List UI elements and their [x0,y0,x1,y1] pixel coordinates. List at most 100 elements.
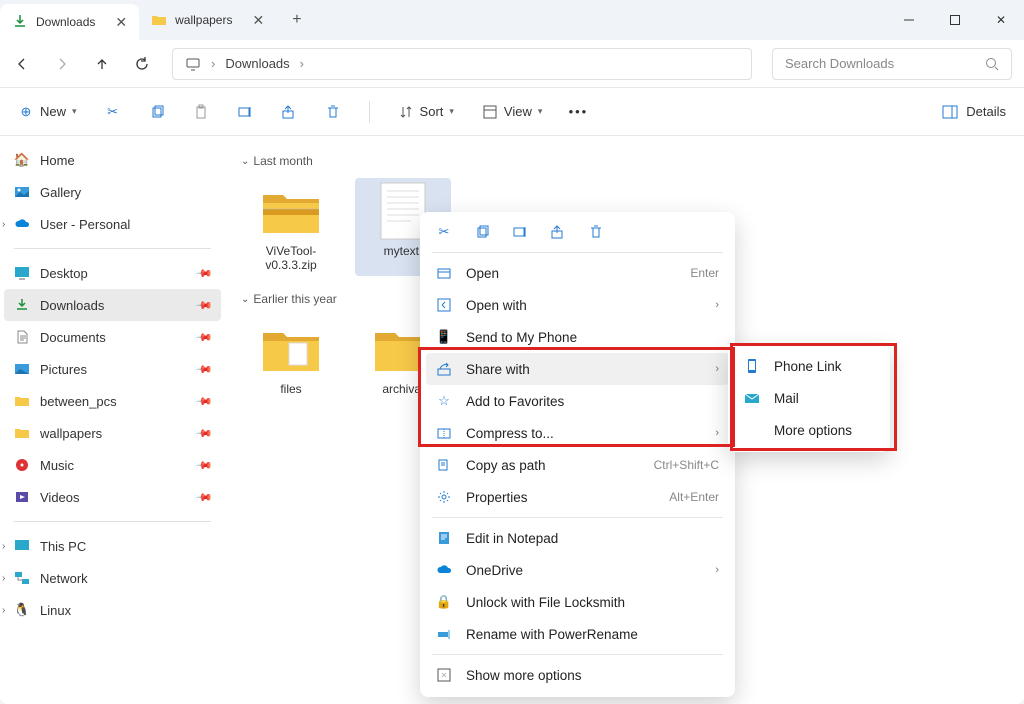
ctx-share-with[interactable]: Share with › [426,353,729,385]
pin-icon: 📌 [195,264,214,283]
zip-icon [255,182,327,240]
folder-icon [14,425,30,441]
back-button[interactable] [12,54,32,74]
file-name: ViVeTool-v0.3.3.zip [247,244,335,272]
pc-icon [14,538,30,554]
sidebar-item-music[interactable]: Music 📌 [4,449,221,481]
delete-icon[interactable] [588,224,604,240]
sort-button[interactable]: Sort ▾ [398,104,454,120]
rename-icon [436,626,452,642]
rename-icon[interactable] [512,224,528,240]
copypath-icon [436,457,452,473]
share-icon [436,361,452,377]
share-icon[interactable] [281,104,297,120]
tab-wallpapers[interactable]: wallpapers ✕ [139,0,276,40]
sidebar-item-pictures[interactable]: Pictures 📌 [4,353,221,385]
paste-icon[interactable] [193,104,209,120]
compress-icon [436,425,452,441]
share-icon[interactable] [550,224,566,240]
search-input[interactable]: Search Downloads [772,48,1012,80]
mail-icon [744,390,760,406]
view-button[interactable]: View ▾ [482,104,542,120]
notepad-icon [436,530,452,546]
sidebar-item-documents[interactable]: Documents 📌 [4,321,221,353]
ctx-send-phone[interactable]: 📱 Send to My Phone [426,321,729,353]
sidebar-item-home[interactable]: 🏠 Home [4,144,221,176]
sidebar-item-network[interactable]: › Network [4,562,221,594]
forward-button[interactable] [52,54,72,74]
refresh-button[interactable] [132,54,152,74]
submenu-more-options[interactable]: More options [734,414,884,446]
close-icon[interactable]: ✕ [115,14,127,31]
sidebar-item-betweenpcs[interactable]: between_pcs 📌 [4,385,221,417]
plus-circle-icon: ⊕ [18,104,34,120]
submenu-mail[interactable]: Mail [734,382,884,414]
file-item[interactable]: ViVeTool-v0.3.3.zip [243,178,339,276]
context-menu: ✂ Open Enter Open with › 📱 Send to My Ph… [420,212,735,697]
properties-icon [436,489,452,505]
chevron-right-icon: › [715,299,719,311]
pin-icon: 📌 [195,488,214,507]
sidebar-item-user-personal[interactable]: › User - Personal [4,208,221,240]
details-label[interactable]: Details [966,104,1006,119]
ctx-copy-path[interactable]: Copy as path Ctrl+Shift+C [426,449,729,481]
ctx-open-with[interactable]: Open with › [426,289,729,321]
ctx-properties[interactable]: Properties Alt+Enter [426,481,729,513]
chevron-down-icon: ▾ [72,106,77,117]
search-placeholder: Search Downloads [785,56,894,71]
file-name: files [280,382,301,396]
sidebar-item-downloads[interactable]: Downloads 📌 [4,289,221,321]
chevron-right-icon: › [300,56,304,71]
new-button[interactable]: ⊕ New ▾ [18,104,77,120]
chevron-right-icon: › [715,427,719,439]
details-panel-icon[interactable] [942,104,958,120]
delete-icon[interactable] [325,104,341,120]
sidebar-item-videos[interactable]: Videos 📌 [4,481,221,513]
sidebar-item-wallpapers[interactable]: wallpapers 📌 [4,417,221,449]
ctx-onedrive[interactable]: OneDrive › [426,554,729,586]
up-button[interactable] [92,54,112,74]
window-controls: ✕ [886,0,1024,40]
ctx-add-favorites[interactable]: ☆ Add to Favorites [426,385,729,417]
ctx-compress[interactable]: Compress to... › [426,417,729,449]
sidebar-item-thispc[interactable]: › This PC [4,530,221,562]
breadcrumb[interactable]: › Downloads › [172,48,752,80]
home-icon: 🏠 [14,152,30,168]
phonelink-icon [744,358,760,374]
open-icon [436,265,452,281]
submenu-phone-link[interactable]: Phone Link [734,350,884,382]
folder-icon [14,393,30,409]
group-header[interactable]: ⌄ Last month [241,154,1018,168]
ctx-unlock-locksmith[interactable]: 🔒 Unlock with File Locksmith [426,586,729,618]
ctx-edit-notepad[interactable]: Edit in Notepad [426,522,729,554]
sidebar-item-gallery[interactable]: Gallery [4,176,221,208]
sidebar-item-desktop[interactable]: Desktop 📌 [4,257,221,289]
close-icon[interactable]: ✕ [252,12,264,29]
lock-icon: 🔒 [436,594,452,610]
titlebar: Downloads ✕ wallpapers ✕ + ✕ [0,0,1024,40]
gallery-icon [14,184,30,200]
onedrive-icon [436,562,452,578]
ctx-power-rename[interactable]: Rename with PowerRename [426,618,729,650]
copy-icon[interactable] [149,104,165,120]
new-tab-button[interactable]: + [276,0,317,40]
chevron-down-icon: ▾ [449,106,454,117]
folder-icon [151,12,167,28]
cut-icon[interactable]: ✂ [105,104,121,120]
copy-icon[interactable] [474,224,490,240]
file-item[interactable]: files [243,316,339,400]
divider [14,248,211,249]
ctx-open[interactable]: Open Enter [426,257,729,289]
download-icon [14,297,30,313]
more-icon[interactable]: ••• [570,104,586,120]
close-button[interactable]: ✕ [978,0,1024,40]
cut-icon[interactable]: ✂ [436,224,452,240]
tab-downloads[interactable]: Downloads ✕ [0,4,139,40]
rename-icon[interactable] [237,104,253,120]
minimize-button[interactable] [886,0,932,40]
maximize-button[interactable] [932,0,978,40]
chevron-right-icon: › [2,573,5,584]
ctx-show-more[interactable]: Show more options [426,659,729,691]
sidebar-item-linux[interactable]: › 🐧 Linux [4,594,221,626]
music-icon [14,457,30,473]
